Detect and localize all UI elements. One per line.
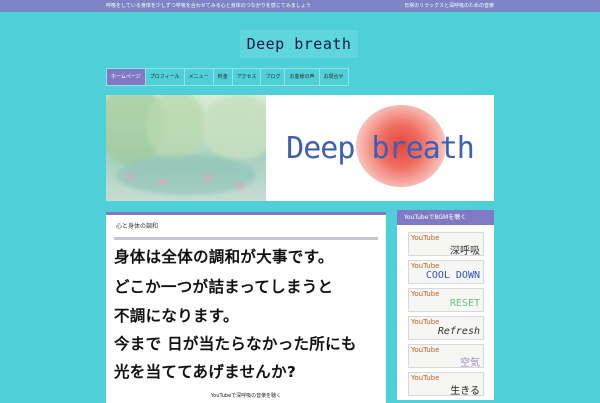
- youtube-label: YouTube: [411, 290, 440, 298]
- nav-item-menu[interactable]: メニュー: [183, 68, 213, 86]
- site-logo[interactable]: Deep breath: [240, 30, 358, 58]
- sidebar-title: YouTubeでBGMを聴く: [397, 210, 494, 225]
- top-bar-tagline: 呼吸をしている身体を少しずつ呼吸を合わせてみる心と身体のつながりを感じてみましょ…: [106, 3, 311, 9]
- nav-item-price[interactable]: 料金: [212, 68, 232, 86]
- hero-title-area: Deep breath: [266, 95, 494, 201]
- nav-item-access[interactable]: アクセス: [231, 68, 261, 86]
- hero-painting: [106, 95, 266, 201]
- youtube-button-cool-down[interactable]: YouTube COOL DOWN: [408, 260, 484, 284]
- hero-title: Deep breath: [286, 131, 475, 166]
- button-label: 空気: [460, 358, 480, 369]
- nav-item-contact[interactable]: お問合せ: [318, 68, 349, 86]
- youtube-label: YouTube: [411, 318, 440, 326]
- nav-item-home[interactable]: ホームページ: [106, 68, 145, 86]
- youtube-button-kuki[interactable]: YouTube 空気: [408, 344, 484, 369]
- youtube-label: YouTube: [411, 262, 440, 270]
- youtube-label: YouTube: [411, 374, 440, 382]
- top-bar: 呼吸をしている身体を少しずつ呼吸を合わせてみる心と身体のつながりを感じてみましょ…: [0, 0, 600, 12]
- youtube-button-shinkokyu[interactable]: YouTube 深呼吸: [408, 232, 484, 257]
- message-line-3: 不調になります。: [114, 307, 239, 325]
- button-label: RESET: [449, 298, 480, 309]
- button-label: 深呼吸: [450, 246, 480, 257]
- button-label: Refresh: [437, 326, 480, 337]
- site-logo-text: Deep breath: [246, 35, 352, 53]
- message-line-4: 今まで 日が当たらなかった所にも: [114, 335, 357, 353]
- button-label: COOL DOWN: [425, 270, 480, 281]
- youtube-button-reset[interactable]: YouTube RESET: [408, 288, 484, 312]
- heading-rule: [114, 237, 378, 240]
- button-label: 生きる: [450, 386, 480, 397]
- message-line-5: 光を当ててあげませんか?: [114, 363, 297, 381]
- main-content: 心と身体の調和 身体は全体の調和が大事です。 どこか一つが詰まってしまうと 不調…: [106, 212, 386, 403]
- top-bar-description: 日常のリラックスと深呼吸のための音楽: [404, 3, 494, 9]
- hero-banner: Deep breath: [106, 95, 494, 201]
- nav-item-voices[interactable]: お客様の声: [284, 68, 319, 86]
- main-nav: ホームページ プロフィール メニュー 料金 アクセス ブログ お客様の声 お問合…: [106, 68, 349, 86]
- message-line-1: 身体は全体の調和が大事です。: [114, 248, 334, 266]
- youtube-button-refresh[interactable]: YouTube Refresh: [408, 316, 484, 340]
- youtube-label: YouTube: [411, 234, 440, 242]
- youtube-button-ikiru[interactable]: YouTube 生きる: [408, 372, 484, 397]
- message-line-2: どこか一つが詰まってしまうと: [114, 278, 334, 296]
- sidebar: YouTubeでBGMを聴く YouTube 深呼吸 YouTube COOL …: [397, 210, 494, 400]
- main-heading: 心と身体の調和: [116, 223, 159, 230]
- youtube-label: YouTube: [411, 346, 440, 354]
- youtube-caption-link[interactable]: YouTubeで深呼吸の音楽を聴く: [106, 392, 386, 399]
- nav-item-blog[interactable]: ブログ: [260, 68, 285, 86]
- nav-item-profile[interactable]: プロフィール: [144, 68, 184, 86]
